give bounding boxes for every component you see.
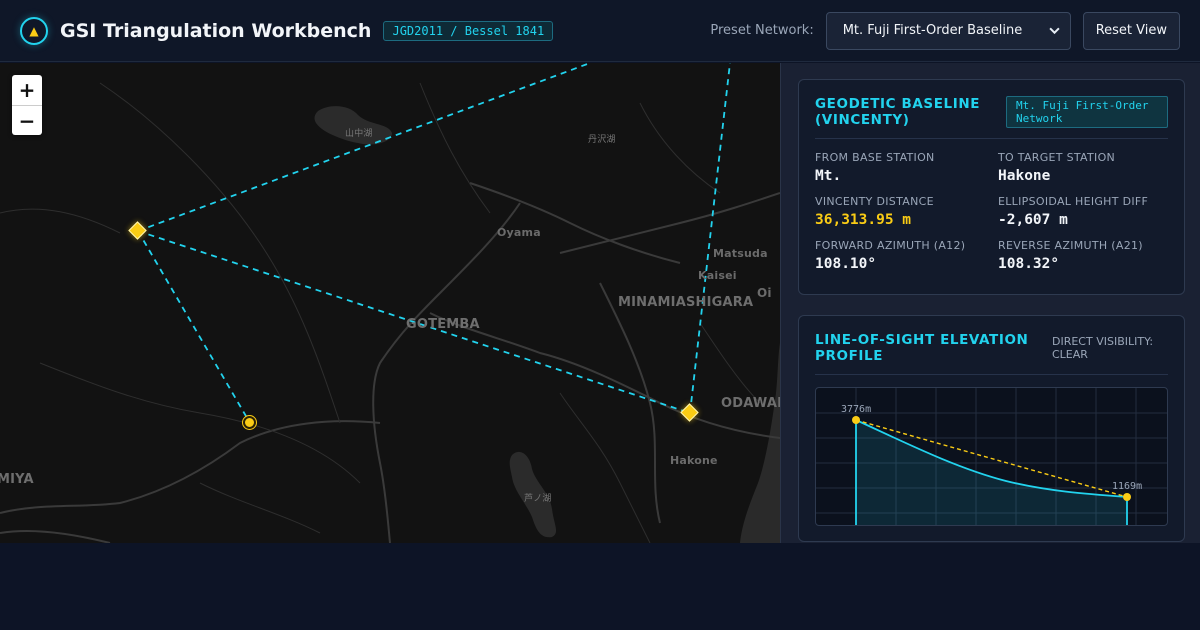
forward-azimuth-label: Forward Azimuth (A12) xyxy=(815,239,966,252)
chevron-down-icon xyxy=(1049,27,1060,35)
map-label-odawara: ODAWARA xyxy=(721,396,780,411)
map-label-kaisei: Kaisei xyxy=(698,269,737,282)
map-label-oi: Oi xyxy=(757,286,772,300)
profile-title: Line-of-Sight Elevation Profile xyxy=(815,332,1029,364)
preset-network-select[interactable]: Mt. Fuji First-Order Baseline xyxy=(825,11,1071,50)
profile-card: Line-of-Sight Elevation Profile Direct V… xyxy=(798,315,1185,542)
app-logo: ▲ xyxy=(20,16,48,45)
distance-label: Vincenty Distance xyxy=(815,195,934,208)
map-label-hakone: Hakone xyxy=(670,454,718,467)
map-label-miya: MIYA xyxy=(0,472,34,487)
preset-network-label: Preset Network: xyxy=(710,23,814,38)
zoom-control: + − xyxy=(12,75,42,135)
height-diff-value: -2,607 m xyxy=(998,212,1068,228)
reverse-azimuth-label: Reverse Azimuth (A21) xyxy=(998,239,1143,252)
profile-start-point xyxy=(852,416,860,424)
zoom-in-button[interactable]: + xyxy=(12,75,42,105)
map-label-gotemba: GOTEMBA xyxy=(406,317,480,332)
map-label-oyama: Oyama xyxy=(497,226,541,239)
profile-start-label: 3776m xyxy=(841,404,871,415)
visibility-status: Direct Visibility: CLEAR xyxy=(1052,335,1154,361)
zoom-out-button[interactable]: − xyxy=(12,105,42,135)
datum-badge: JGD2011 / Bessel 1841 xyxy=(383,20,554,41)
baseline-card: Geodetic Baseline (Vincenty) Mt. Fuji Fi… xyxy=(798,79,1185,295)
profile-end-label: 1169m xyxy=(1112,481,1142,492)
height-diff-label: Ellipsoidal Height Diff xyxy=(998,195,1149,208)
distance-value: 36,313.95 m xyxy=(815,212,912,228)
map-label-minamiashigara: MINAMIASHIGARA xyxy=(618,295,754,310)
profile-end-point xyxy=(1123,493,1131,501)
map-label-matsuda: Matsuda xyxy=(713,247,768,260)
reverse-azimuth-value: 108.32° xyxy=(998,256,1060,272)
to-station-value: Hakone xyxy=(998,168,1051,184)
terrain-fill xyxy=(856,420,1127,525)
from-station-value: Mt. xyxy=(815,168,842,184)
station-marker-circle[interactable] xyxy=(243,416,256,429)
preset-network-value: Mt. Fuji First-Order Baseline xyxy=(842,23,1023,38)
map-label-tanzawako: 丹沢湖 xyxy=(588,135,616,145)
triangle-warning-icon: ▲ xyxy=(29,23,39,38)
to-station-label: To Target Station xyxy=(998,151,1116,164)
elevation-profile-chart: 3776m 1169m xyxy=(815,387,1168,526)
forward-azimuth-value: 108.10° xyxy=(815,256,877,272)
app-header: ▲ GSI Triangulation Workbench JGD2011 / … xyxy=(0,0,1200,62)
baseline-title: Geodetic Baseline (Vincenty) xyxy=(815,96,981,128)
from-station-label: From Base Station xyxy=(815,151,935,164)
network-badge: Mt. Fuji First-Order Network xyxy=(1006,96,1168,128)
map-view[interactable]: 山中湖 丹沢湖 Oyama Matsuda Kaisei MINAMIASHIG… xyxy=(0,63,780,543)
reset-view-button[interactable]: Reset View xyxy=(1082,11,1180,50)
map-label-yamanakako: 山中湖 xyxy=(345,129,373,139)
map-label-ashinoko: 芦ノ湖 xyxy=(524,494,552,504)
side-panel: Geodetic Baseline (Vincenty) Mt. Fuji Fi… xyxy=(780,63,1200,543)
app-title: GSI Triangulation Workbench xyxy=(60,19,372,42)
